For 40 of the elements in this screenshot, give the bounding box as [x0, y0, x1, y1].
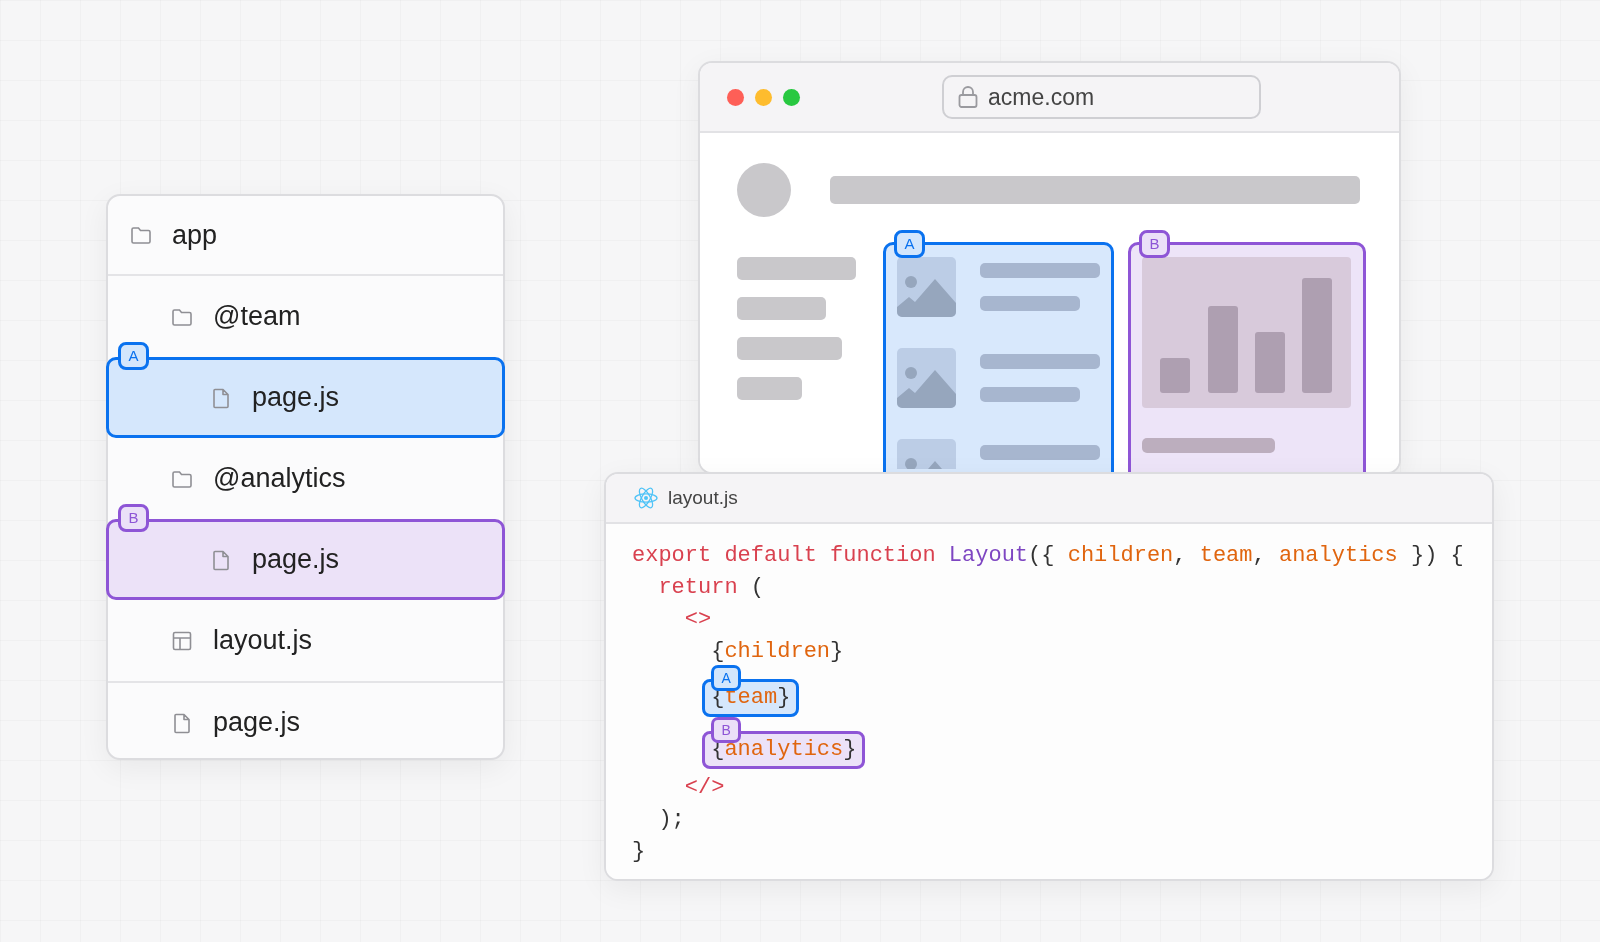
nav-placeholder — [737, 377, 802, 400]
file-icon — [171, 711, 193, 734]
slot-badge: A — [894, 230, 925, 258]
code-line: <> — [683, 606, 713, 634]
slot-badge: B — [118, 504, 149, 532]
lock-icon — [958, 85, 978, 109]
address-bar[interactable]: acme.com — [942, 75, 1261, 119]
window-control-dot[interactable] — [755, 88, 772, 106]
folder-name[interactable]: app — [172, 214, 218, 256]
url-text: acme.com — [988, 82, 1095, 112]
file-icon — [210, 548, 232, 571]
image-icon — [897, 439, 956, 469]
code-line: export default function Layout({ children, team, analytics }) { — [632, 542, 1465, 570]
file-tab-title[interactable]: layout.js — [668, 483, 738, 513]
folder-name[interactable]: @analytics — [213, 458, 346, 499]
code-line: } — [632, 838, 647, 866]
window-control-dot[interactable] — [727, 88, 744, 106]
chart-bar — [1255, 332, 1285, 393]
chart-bar — [1160, 358, 1190, 393]
file-name[interactable]: page.js — [252, 377, 340, 418]
code-line: </> — [683, 774, 726, 802]
code-line: {children} — [710, 638, 845, 666]
file-name[interactable]: page.js — [252, 539, 340, 580]
avatar-placeholder — [737, 163, 791, 217]
layout-icon — [171, 629, 193, 652]
folder-name[interactable]: @team — [213, 296, 301, 337]
slot-badge: A — [711, 665, 742, 691]
file-icon — [210, 386, 232, 409]
slot-badge: B — [1139, 230, 1170, 258]
code-line: ); — [657, 806, 686, 834]
code-line: return ( — [657, 574, 766, 602]
file-name[interactable]: page.js — [213, 702, 301, 743]
folder-icon — [130, 224, 152, 246]
react-icon — [634, 487, 658, 509]
image-icon — [897, 348, 956, 408]
slot-badge: A — [118, 342, 149, 370]
slot-badge: B — [711, 717, 742, 743]
file-name[interactable]: layout.js — [213, 620, 313, 661]
image-icon — [897, 257, 956, 317]
window-control-dot[interactable] — [783, 88, 800, 106]
